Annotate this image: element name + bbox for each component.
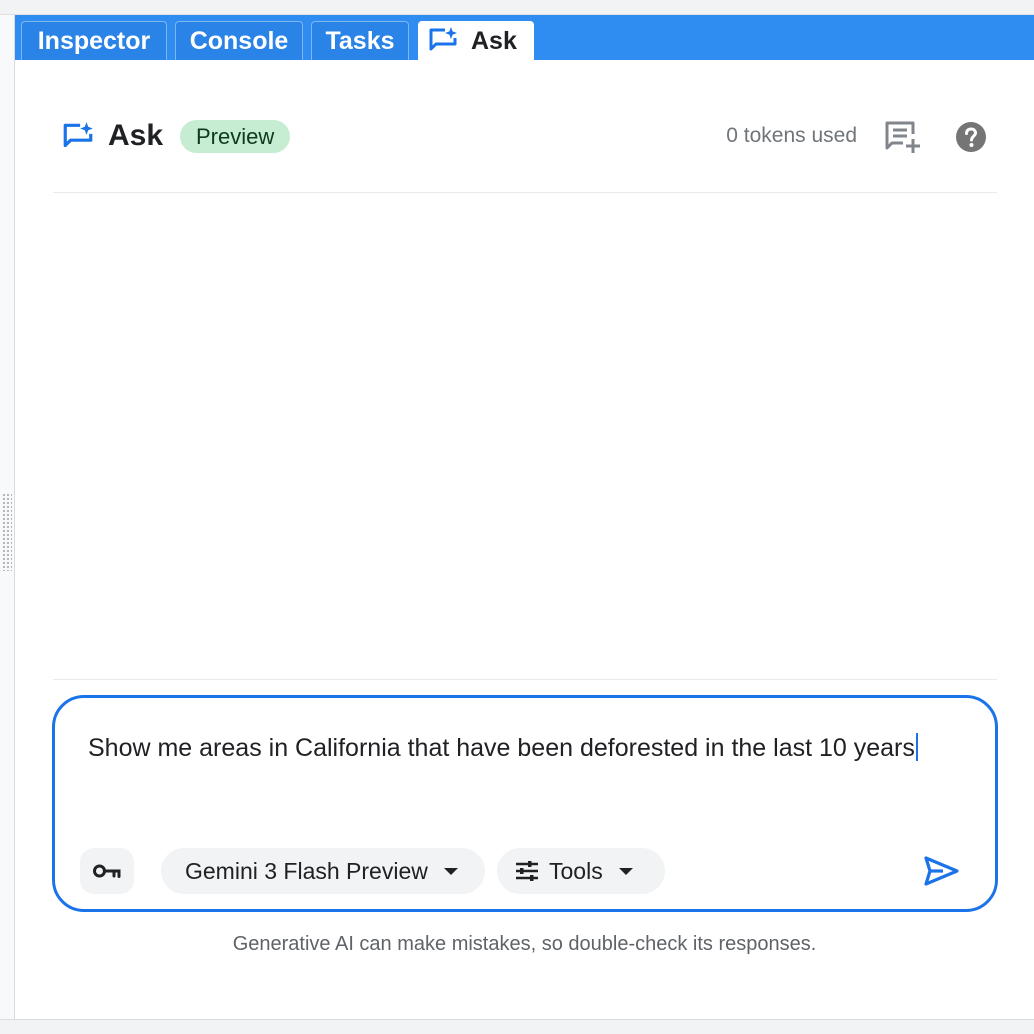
help-icon[interactable] [955,121,987,153]
tools-selector-label: Tools [549,857,603,884]
prompt-input-box[interactable]: Show me areas in California that have be… [52,695,998,912]
header-divider [53,192,997,193]
window-bottom-strip [0,1019,1034,1034]
tab-bar: Inspector Console Tasks Ask [15,15,1034,60]
tab-label: Console [189,26,289,55]
ask-panel: Ask Preview 0 tokens used Show me areas … [15,60,1034,1019]
ask-sparkle-icon [63,122,93,148]
ask-sparkle-icon [429,27,457,51]
tab-ask[interactable]: Ask [418,21,534,60]
api-key-button[interactable] [80,848,134,894]
panel-resize-handle[interactable] [2,493,12,571]
tab-console[interactable]: Console [175,21,303,60]
tab-label: Tasks [325,26,395,55]
tools-selector[interactable]: Tools [497,848,665,894]
tab-inspector[interactable]: Inspector [21,21,167,60]
tab-label: Ask [471,26,517,55]
chevron-down-icon [443,867,458,875]
window-top-strip [0,0,1034,15]
chat-messages-area [53,194,997,679]
left-gutter [0,15,15,1019]
chat-divider [53,679,997,680]
key-icon [93,864,121,878]
model-selector-label: Gemini 3 Flash Preview [185,857,428,884]
ai-disclaimer: Generative AI can make mistakes, so doub… [232,933,817,955]
new-chat-icon[interactable] [883,120,923,156]
model-selector[interactable]: Gemini 3 Flash Preview [161,848,485,894]
page-title: Ask [108,119,164,152]
tune-icon [516,861,538,881]
prompt-input[interactable]: Show me areas in California that have be… [88,732,948,765]
chevron-down-icon [618,867,633,875]
text-caret [915,733,918,761]
tokens-used-label: 0 tokens used [726,124,857,147]
tab-label: Inspector [37,26,151,55]
send-icon[interactable] [921,851,961,891]
preview-badge: Preview [180,120,291,153]
tab-tasks[interactable]: Tasks [311,21,409,60]
prompt-text-value: Show me areas in California that have be… [88,734,915,762]
